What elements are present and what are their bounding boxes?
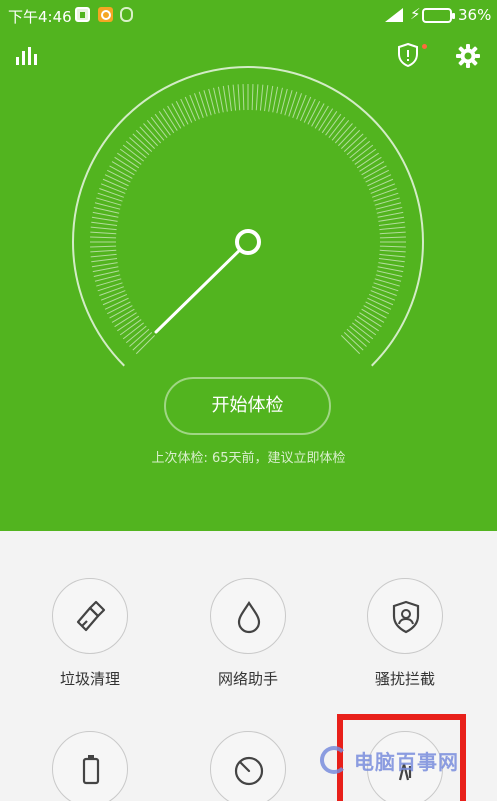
tool-circle bbox=[367, 578, 443, 654]
charging-icon: ⚡ bbox=[410, 5, 421, 23]
tool-optimize[interactable] bbox=[188, 731, 308, 801]
tool-harassment-block[interactable]: 骚扰拦截 bbox=[345, 578, 465, 689]
user-shield-icon bbox=[392, 600, 420, 634]
tool-network-assistant[interactable]: 网络助手 bbox=[188, 578, 308, 689]
status-time: 下午4:46 bbox=[8, 8, 72, 26]
tool-junk-cleanup[interactable]: 垃圾清理 bbox=[30, 578, 150, 689]
stats-icon[interactable] bbox=[16, 47, 38, 65]
signal-icon bbox=[385, 8, 403, 22]
tool-circle bbox=[52, 731, 128, 801]
start-checkup-button[interactable]: 开始体检 bbox=[164, 377, 331, 435]
checkup-gauge bbox=[72, 66, 424, 367]
battery-icon bbox=[422, 8, 455, 23]
stopwatch-icon bbox=[234, 756, 264, 786]
tool-circle bbox=[210, 731, 286, 801]
tool-label: 网络助手 bbox=[217, 670, 278, 688]
gauge-needle bbox=[154, 240, 250, 334]
security-center-header: 下午4:46 ⚡ 36% 开始体检 上次体检: 65天前，建议立即体检 bbox=[0, 0, 497, 531]
sim-icon bbox=[75, 7, 90, 22]
tool-circle bbox=[52, 578, 128, 654]
last-checkup-text: 上次体检: 65天前，建议立即体检 bbox=[151, 451, 346, 466]
droplet-icon bbox=[237, 601, 261, 634]
gauge-ticks bbox=[90, 84, 406, 355]
gauge-hub bbox=[235, 229, 261, 255]
tool-circle bbox=[210, 578, 286, 654]
app-notification-icon bbox=[98, 7, 113, 22]
gear-icon[interactable] bbox=[456, 44, 480, 68]
shield-icon[interactable] bbox=[398, 43, 418, 67]
tool-label: 垃圾清理 bbox=[59, 670, 120, 688]
gauge-outer-arc bbox=[72, 66, 424, 367]
watermark-text: 电脑百事网 bbox=[354, 750, 459, 774]
battery-percent: 36% bbox=[458, 6, 492, 24]
watermark-logo-icon bbox=[320, 746, 348, 774]
tool-label: 骚扰拦截 bbox=[374, 670, 435, 688]
robot-icon bbox=[120, 7, 133, 22]
tool-battery[interactable] bbox=[30, 731, 150, 801]
battery-icon bbox=[82, 755, 100, 785]
broom-icon bbox=[76, 600, 106, 632]
notification-dot bbox=[422, 44, 427, 49]
status-bar: 下午4:46 ⚡ 36% bbox=[0, 0, 497, 30]
watermark: 电脑百事网 bbox=[318, 740, 493, 792]
